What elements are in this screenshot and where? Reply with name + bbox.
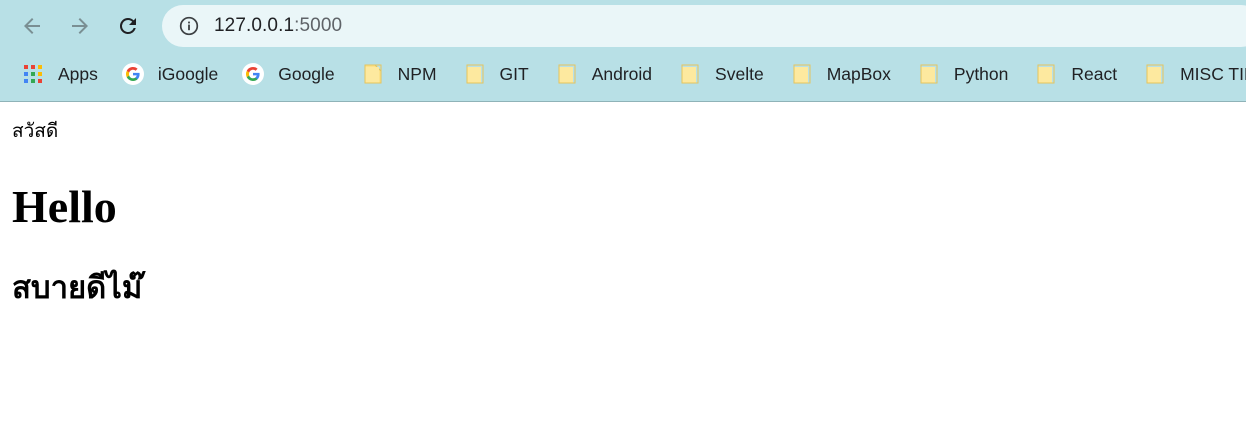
bookmark-label: MISC TIP [1180, 63, 1246, 84]
bookmark-igoogle[interactable]: iGoogle [116, 58, 224, 90]
folder-icon [679, 63, 701, 85]
bookmark-google[interactable]: Google [236, 58, 340, 90]
bookmark-apps[interactable]: Apps [16, 58, 104, 90]
folder-icon [556, 63, 578, 85]
bookmark-label: iGoogle [157, 63, 219, 84]
bookmark-label: GIT [499, 63, 529, 84]
reload-button[interactable] [110, 9, 146, 43]
url-port: :5000 [294, 15, 343, 36]
apps-grid-icon [22, 63, 44, 85]
page-heading-hello: Hello [12, 181, 117, 232]
folder-icon [1144, 63, 1166, 85]
greeting-paragraph: สวัสดี [12, 120, 59, 142]
bookmarks-bar: Apps iGoogle Google NPM GIT Android Svel… [0, 56, 1246, 92]
page-content: สวัสดี Hello สบายดีไม๊ [0, 103, 1246, 432]
bookmark-folder-python[interactable]: Python [912, 58, 1014, 90]
bookmark-folder-android[interactable]: Android [550, 58, 658, 90]
url-text[interactable]: 127.0.0.1:5000 [214, 15, 342, 37]
bookmark-label: Apps [58, 63, 98, 84]
reload-icon [119, 17, 136, 34]
bookmark-label: MapBox [826, 63, 891, 84]
bookmark-label: Google [278, 63, 335, 84]
forward-button[interactable] [62, 9, 98, 43]
bookmark-label: Python [953, 63, 1009, 84]
google-g-icon [242, 63, 265, 85]
address-bar[interactable]: 127.0.0.1:5000 [162, 5, 1246, 47]
bookmark-label: Svelte [715, 63, 764, 84]
info-icon[interactable] [178, 15, 200, 37]
browser-toolbar: 127.0.0.1:5000 Apps iGoogle Google NPM G… [0, 0, 1246, 102]
back-button[interactable] [14, 9, 50, 43]
arrow-right-icon [72, 18, 88, 34]
bookmark-folder-svelte[interactable]: Svelte [673, 58, 770, 90]
arrow-left-icon [24, 18, 40, 34]
bookmark-folder-git[interactable]: GIT [458, 58, 535, 90]
url-host: 127.0.0.1 [214, 15, 295, 36]
page-subheading: สบายดีไม๊ [12, 270, 143, 306]
folder-icon [464, 63, 486, 85]
google-g-icon [121, 63, 144, 85]
folder-icon [918, 63, 940, 85]
bookmark-label: Android [591, 63, 653, 84]
bookmark-folder-misc-tip[interactable]: MISC TIP [1138, 58, 1246, 90]
bookmark-folder-mapbox[interactable]: MapBox [785, 58, 897, 90]
bookmark-label: React [1071, 63, 1118, 84]
bookmark-label: NPM [397, 63, 437, 84]
folder-icon [791, 63, 813, 85]
folder-icon [1035, 63, 1057, 85]
folder-icon [362, 63, 384, 85]
bookmark-folder-npm[interactable]: NPM [356, 58, 443, 90]
bookmark-folder-react[interactable]: React [1029, 58, 1123, 90]
